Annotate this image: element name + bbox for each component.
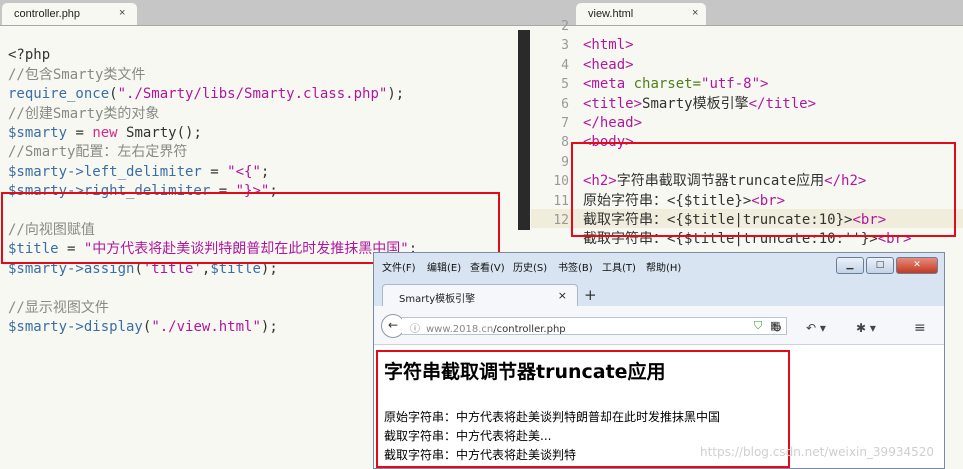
url-field[interactable]: ⓘ www.2018.cn/controller.php ⛉ ▦ (402, 317, 787, 335)
tab-controller-php[interactable]: controller.php × (2, 3, 137, 25)
code-line: </head> (583, 115, 643, 132)
code-line: <?php (8, 47, 51, 64)
extension-icon[interactable]: ✱ ▾ (856, 321, 876, 335)
code-line: //Smarty配置：左右定界符 (8, 144, 188, 161)
browser-tab-strip: Smarty模板引擎 × + (374, 276, 944, 306)
code-line: <head> (583, 56, 634, 73)
menu-edit[interactable]: 编辑(E) (427, 259, 461, 274)
code-line: //创建Smarty类的对象 (8, 105, 160, 122)
menu-icon[interactable]: ≡ (914, 320, 926, 336)
code-line: <html> (583, 37, 634, 54)
line-numbers: 2 3 4 5 6 7 8 9 10 11 12 (553, 19, 569, 229)
watermark: https://blog.csdn.net/weixin_39934520 (699, 445, 934, 459)
template-highlight-box (571, 142, 956, 237)
close-icon[interactable]: × (119, 7, 125, 19)
browser-menu-bar: 文件(F) 编辑(E) 查看(V) 历史(S) 书签(B) 工具(T) 帮助(H… (374, 253, 944, 276)
code-line: //显示视图文件 (8, 299, 109, 316)
menu-file[interactable]: 文件(F) (382, 259, 416, 274)
code-line: <title>Smarty模板引擎</title> (583, 95, 817, 112)
shield-icon[interactable]: ⛉ (754, 319, 762, 333)
minimize-icon[interactable]: ▁ (836, 257, 864, 274)
window-controls: ▁ □ ✕ (836, 257, 938, 274)
code-line: require_once("./Smarty/libs/Smarty.class… (8, 86, 405, 103)
code-line: //包含Smarty类文件 (8, 66, 146, 83)
url-path: /controller.php (493, 324, 566, 335)
page-content: 字符串截取调节器truncate应用 原始字符串：中方代表将赴美谈判特朗普却在此… (374, 345, 944, 468)
menu-history[interactable]: 历史(S) (513, 259, 547, 274)
code-line: $smarty = new Smarty(); (8, 125, 202, 142)
menu-bookmarks[interactable]: 书签(B) (558, 259, 593, 274)
browser-tab-title: Smarty模板引擎 (399, 294, 476, 305)
code-line: <meta charset="utf-8"> (583, 76, 769, 93)
info-icon[interactable]: ⓘ (410, 324, 420, 335)
reload-icon[interactable]: ↻ (772, 321, 782, 335)
url-host: www.2018.cn (426, 324, 494, 335)
new-tab-icon[interactable]: + (584, 286, 597, 304)
code-line: $smarty->left_delimiter = "<{"; (8, 163, 270, 180)
navigation-bar: ← ⓘ www.2018.cn/controller.php ⛉ ▦ ↻ ↶ ▾ … (374, 306, 944, 345)
menu-view[interactable]: 查看(V) (470, 259, 505, 274)
menu-help[interactable]: 帮助(H) (646, 259, 681, 274)
menu-tools[interactable]: 工具(T) (602, 259, 636, 274)
browser-window: 文件(F) 编辑(E) 查看(V) 历史(S) 书签(B) 工具(T) 帮助(H… (373, 252, 945, 469)
tab-title: controller.php (14, 8, 81, 20)
code-line: $smarty->display("./view.html"); (8, 319, 278, 336)
close-tab-icon[interactable]: × (558, 289, 567, 302)
undo-arrow-icon[interactable]: ↶ ▾ (806, 321, 826, 335)
close-window-icon[interactable]: ✕ (896, 257, 938, 274)
maximize-icon[interactable]: □ (866, 257, 894, 274)
minimap[interactable] (518, 30, 530, 230)
php-code[interactable]: <?php //包含Smarty类文件 require_once("./Smarty… (8, 27, 417, 338)
left-tab-bar: controller.php × (0, 0, 531, 26)
browser-tab[interactable]: Smarty模板引擎 × (382, 284, 578, 306)
